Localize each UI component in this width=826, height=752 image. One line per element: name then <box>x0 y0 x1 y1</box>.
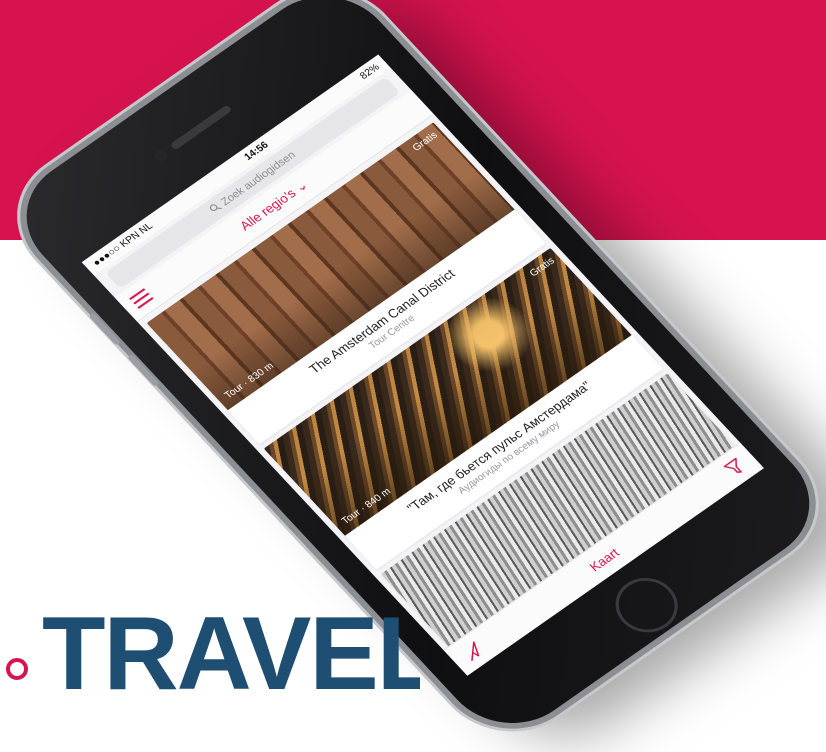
filter-icon[interactable] <box>721 456 748 480</box>
volume-button <box>127 353 160 387</box>
search-icon <box>207 201 224 216</box>
battery-label: 82% <box>357 61 382 82</box>
price-badge: Gratis <box>410 130 441 154</box>
earpiece-speaker <box>169 104 233 151</box>
travel-logo: TRAVEL <box>0 604 420 697</box>
hamburger-icon[interactable] <box>129 288 154 309</box>
front-camera <box>151 147 170 164</box>
home-button <box>602 567 691 644</box>
price-badge: Gratis <box>527 255 558 280</box>
logo-ring-icon <box>6 658 28 680</box>
navigation-arrow-icon[interactable] <box>459 639 486 663</box>
volume-button <box>88 312 122 346</box>
chevron-down-icon: ⌄ <box>291 177 311 195</box>
logo-text: TRAVEL <box>42 604 420 697</box>
map-button[interactable]: Kaart <box>586 545 622 574</box>
